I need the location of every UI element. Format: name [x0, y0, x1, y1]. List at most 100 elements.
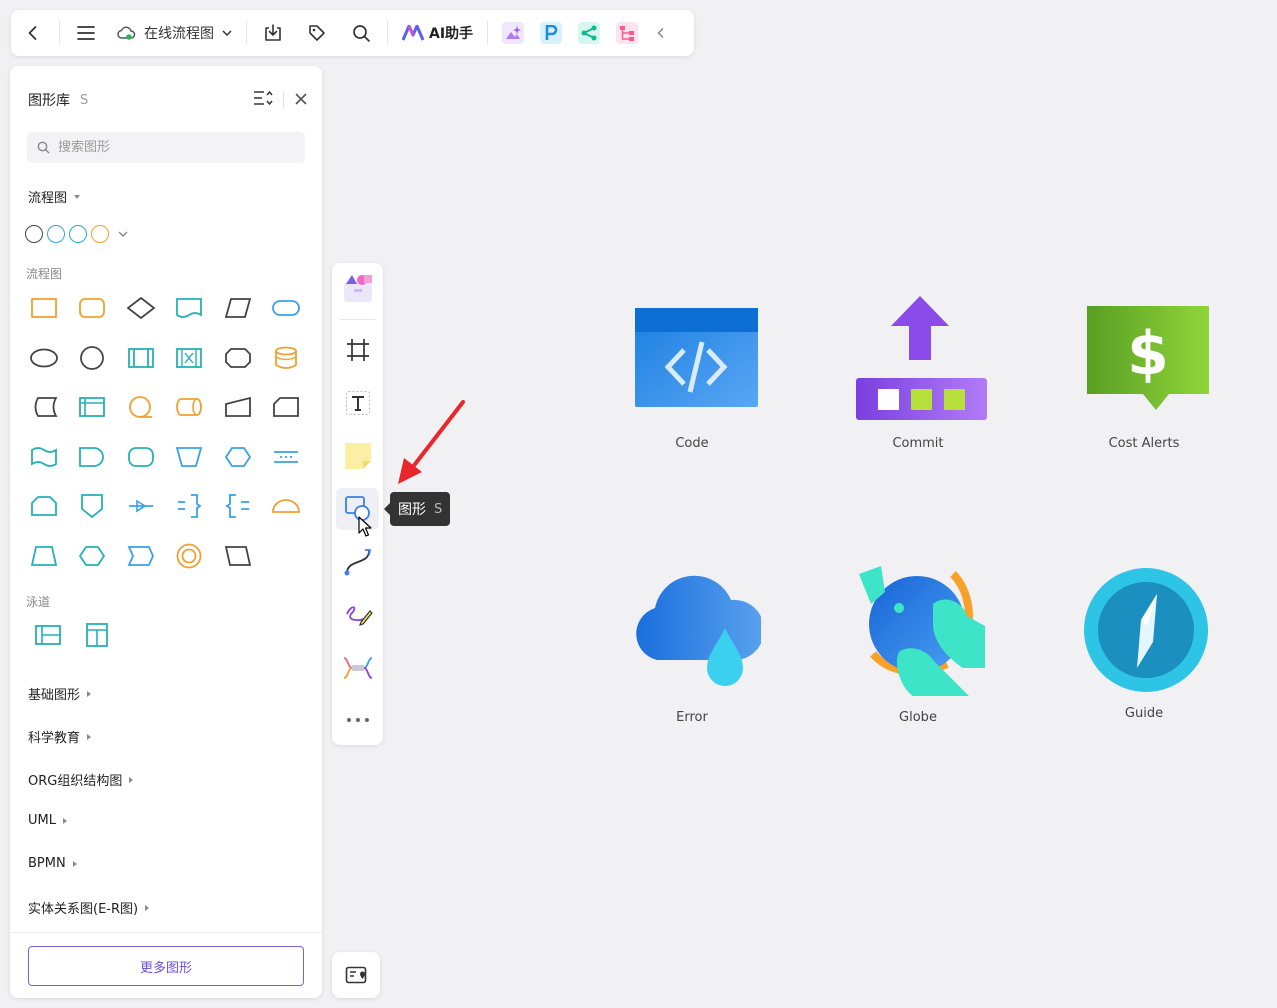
icon-label: Cost Alerts [1108, 436, 1180, 451]
shape-predefined-process[interactable] [121, 338, 161, 378]
category-er-diagram[interactable]: 实体关系图(E-R图) [28, 898, 150, 917]
shape-half-circle[interactable] [266, 486, 306, 526]
icon-label: Globe [899, 710, 937, 725]
shape-bracket-left[interactable] [218, 486, 258, 526]
p-plugin-icon [545, 25, 558, 40]
swatch-teal[interactable] [69, 225, 87, 243]
category-basic-shapes[interactable]: 基础图形 [28, 684, 92, 703]
more-shapes-button[interactable]: 更多图形 [28, 946, 304, 986]
tool-strip [332, 263, 383, 745]
shape-parallelogram[interactable] [218, 536, 258, 576]
canvas-icon-commit[interactable]: Commit [848, 294, 988, 451]
triangle-right-icon [129, 776, 134, 783]
mindmap-plugin-button[interactable] [616, 22, 639, 44]
shape-card[interactable] [266, 387, 306, 427]
shape-sequential-data[interactable] [121, 387, 161, 427]
error-cloud-icon [635, 575, 764, 686]
shape-delay[interactable] [72, 437, 112, 477]
triangle-right-icon [87, 733, 92, 740]
template-icon [343, 275, 372, 302]
shape-collate[interactable] [169, 338, 209, 378]
collapse-toolbar-button[interactable] [646, 10, 676, 56]
search-icon [352, 24, 370, 42]
canvas-icon-cost-alerts[interactable]: $ Cost Alerts [1074, 300, 1214, 451]
canvas-icon-code[interactable]: Code [622, 300, 762, 451]
template-tool[interactable] [336, 267, 379, 309]
shape-annotation-lines[interactable] [266, 437, 306, 477]
category-org-chart[interactable]: ORG组织结构图 [28, 770, 134, 789]
shape-trapezoid[interactable] [24, 536, 64, 576]
share-plugin-button[interactable] [578, 22, 601, 44]
shape-document[interactable] [169, 288, 209, 328]
shape-preparation[interactable] [218, 338, 258, 378]
category-bpmn[interactable]: BPMN [28, 856, 77, 871]
shape-ellipse[interactable] [24, 338, 64, 378]
text-icon [345, 391, 370, 415]
shape-loop-limit[interactable] [24, 486, 64, 526]
pen-tool[interactable] [336, 594, 379, 636]
shape-bracket-right[interactable] [169, 486, 209, 526]
shape-stored-data[interactable] [24, 387, 64, 427]
swatch-dark[interactable] [25, 225, 43, 243]
category-uml[interactable]: UML [28, 813, 67, 828]
shape-arrow-connector[interactable] [121, 486, 161, 526]
shape-process[interactable] [24, 288, 64, 328]
shape-decision[interactable] [121, 288, 161, 328]
text-tool[interactable] [336, 382, 379, 424]
divider [10, 932, 322, 933]
shape-search-box[interactable] [27, 132, 305, 163]
p-plugin-button[interactable] [540, 22, 563, 44]
annotation-arrow [398, 400, 465, 484]
icon-label: Commit [892, 436, 944, 451]
minimap-button[interactable] [332, 952, 380, 998]
shape-vertical-swimlane[interactable] [72, 615, 120, 655]
shape-circle[interactable] [72, 338, 112, 378]
canvas-icon-globe[interactable]: Globe [848, 564, 988, 725]
shape-manual-operation[interactable] [169, 437, 209, 477]
color-theme-picker[interactable] [25, 225, 129, 243]
ai-assistant-button[interactable]: AI助手 [392, 23, 483, 43]
shape-hexagon-teal[interactable] [72, 536, 112, 576]
shape-rounded-rect[interactable] [72, 288, 112, 328]
menu-button[interactable] [64, 10, 108, 56]
shape-terminator[interactable] [266, 288, 306, 328]
chevron-down-icon[interactable] [117, 229, 129, 239]
svg-text:$: $ [1127, 319, 1169, 389]
shape-manual-input[interactable] [218, 387, 258, 427]
shape-horizontal-swimlane[interactable] [24, 615, 72, 655]
sticky-note-tool[interactable] [336, 435, 379, 477]
shape-target-circle[interactable] [169, 536, 209, 576]
swatch-blue[interactable] [47, 225, 65, 243]
frame-tool[interactable] [336, 329, 379, 371]
shape-direct-data[interactable] [169, 387, 209, 427]
shape-step[interactable] [121, 536, 161, 576]
shape-hexagon[interactable] [218, 437, 258, 477]
shape-internal-storage[interactable] [72, 387, 112, 427]
tag-button[interactable] [295, 10, 339, 56]
canvas-icon-error[interactable]: Error [622, 564, 764, 725]
more-tools-button[interactable] [336, 699, 379, 741]
triangle-right-icon [72, 860, 77, 867]
swatch-orange[interactable] [91, 225, 109, 243]
shape-search-input[interactable] [58, 140, 288, 155]
shape-display[interactable] [121, 437, 161, 477]
image-plugin-button[interactable] [502, 22, 525, 44]
close-panel-button[interactable] [294, 91, 308, 110]
shape-off-page-connector[interactable] [72, 486, 112, 526]
file-name-dropdown[interactable]: 在线流程图 [108, 10, 242, 56]
canvas-icon-guide[interactable]: Guide [1074, 564, 1214, 721]
category-science-education[interactable]: 科学教育 [28, 727, 92, 746]
divider [283, 91, 284, 109]
shape-database[interactable] [266, 338, 306, 378]
search-button[interactable] [339, 10, 383, 56]
category-flowchart[interactable]: 流程图 [28, 187, 81, 206]
divider [487, 21, 489, 45]
chevron-down-icon [222, 30, 232, 37]
mindmap-tool[interactable] [336, 647, 379, 689]
download-button[interactable] [251, 10, 295, 56]
back-button[interactable] [11, 10, 55, 56]
manage-library-button[interactable] [253, 90, 273, 110]
shape-data[interactable] [218, 288, 258, 328]
connector-tool[interactable] [336, 541, 379, 583]
shape-paper-tape[interactable] [24, 437, 64, 477]
